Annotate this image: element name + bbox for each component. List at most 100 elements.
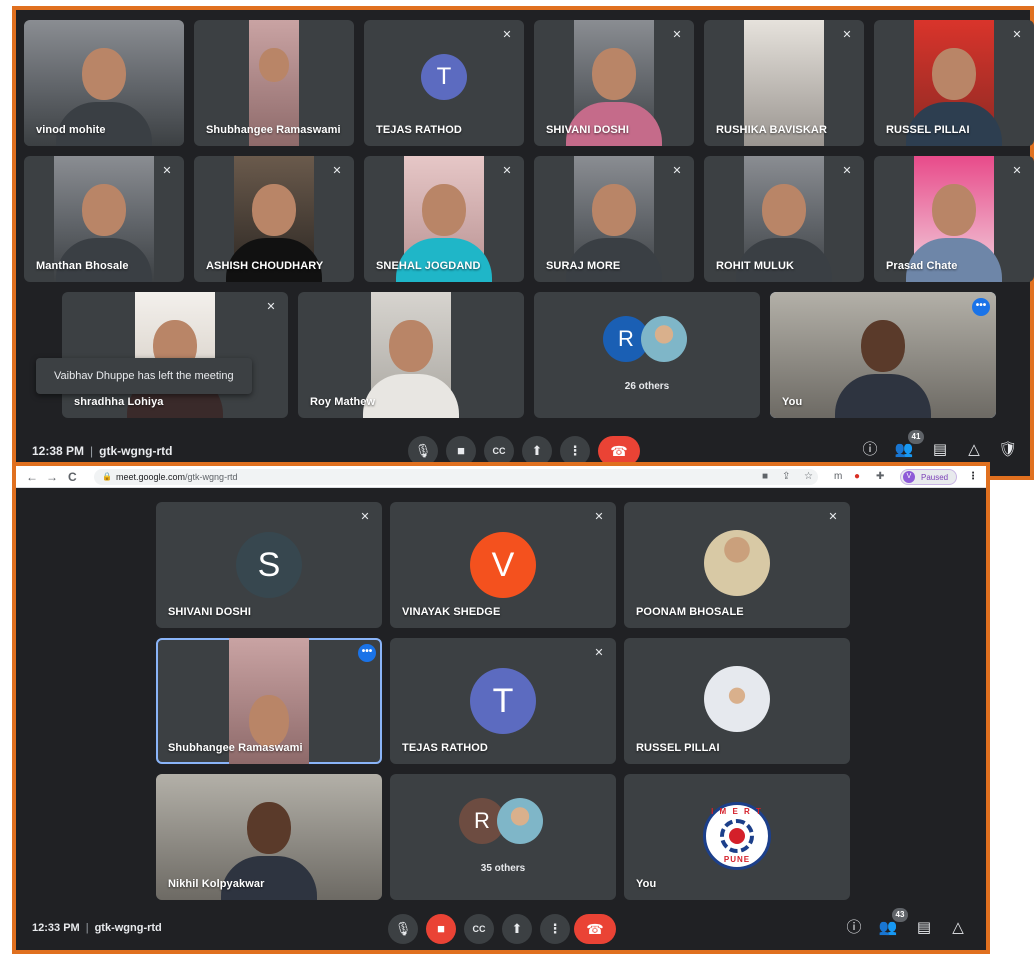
call-controls: 🎙 ■ CC ⬆ ⋮ ☎	[388, 914, 628, 946]
mic-off-icon: ✕	[842, 165, 852, 177]
side-panel-buttons: ⓘ 👥 41 ▤ △ 🛡	[858, 430, 1028, 464]
chat-button[interactable]: ▤	[928, 438, 952, 462]
participant-tile[interactable]: ✕ shradhha Lohiya	[62, 292, 288, 418]
chat-button[interactable]: ▤	[912, 916, 936, 940]
activities-button[interactable]: △	[962, 438, 986, 462]
participant-tile[interactable]: ✕ RUSHIKA BAVISKAR	[704, 20, 864, 146]
extension-m-icon[interactable]: m	[834, 469, 842, 485]
more-options-icon[interactable]: •••	[972, 298, 990, 316]
participant-name: Roy Mathew	[310, 396, 376, 408]
captions-button[interactable]: CC	[464, 914, 494, 944]
meeting-code: gtk-wgng-rtd	[99, 444, 173, 458]
phone-hangup-icon: ☎	[610, 443, 628, 459]
logo-bottom-text: PUNE	[723, 855, 751, 864]
participant-name: SHIVANI DOSHI	[168, 606, 251, 618]
participant-tile[interactable]: Roy Mathew	[298, 292, 524, 418]
profile-status: Paused	[921, 473, 949, 482]
back-arrow-icon[interactable]: ←	[26, 469, 38, 485]
people-button[interactable]: 👥 41	[892, 430, 924, 462]
participant-photo	[497, 798, 543, 844]
participant-tile[interactable]: ✕ T TEJAS RATHOD	[364, 20, 524, 146]
participant-name: POONAM BHOSALE	[636, 606, 744, 618]
others-avatar-group: R	[459, 798, 547, 844]
others-count: 26 others	[624, 381, 670, 392]
logo-top-text: I M E R T	[711, 807, 763, 816]
meet-screenshot-bottom: ← → C 🔒 meet.google.com/gtk-wgng-rtd ■ ⇪…	[12, 462, 990, 954]
browser-menu-icon[interactable]: ⋮	[968, 469, 978, 485]
people-button[interactable]: 👥 43	[876, 908, 908, 940]
activities-button[interactable]: △	[946, 916, 970, 940]
microphone-icon: 🎙	[414, 443, 432, 458]
microphone-icon: 🎙	[394, 921, 412, 936]
reload-icon[interactable]: C	[68, 469, 77, 485]
mic-off-icon: ✕	[360, 511, 370, 523]
meeting-details-button[interactable]: ⓘ	[842, 916, 866, 940]
url-path: /gtk-wgng-rtd	[185, 472, 238, 482]
mic-off-icon: ✕	[332, 165, 342, 177]
captions-icon: CC	[492, 446, 506, 456]
logo-center	[729, 828, 745, 844]
participant-name: You	[782, 396, 803, 408]
more-options-button[interactable]: ⋮	[540, 914, 570, 944]
participant-tile[interactable]: ✕ Manthan Bhosale	[24, 156, 184, 282]
self-tile[interactable]: I M E R T PUNE You	[624, 774, 850, 900]
lock-icon: 🔒	[102, 472, 112, 481]
profile-button[interactable]: V Paused	[900, 469, 958, 485]
participant-tile[interactable]: ✕ SHIVANI DOSHI	[534, 20, 694, 146]
participant-tile[interactable]: ✕ SNEHAL JOGDAND	[364, 156, 524, 282]
participant-tile[interactable]: ✕ POONAM BHOSALE	[624, 502, 850, 628]
participant-name: Nikhil Kolpyakwar	[168, 878, 265, 890]
end-call-button[interactable]: ☎	[574, 914, 616, 944]
mic-off-icon: ✕	[842, 29, 852, 41]
participant-tile[interactable]: ✕ ASHISH CHOUDHARY	[194, 156, 354, 282]
meeting-info: 12:38 PM | gtk-wgng-rtd	[32, 444, 172, 458]
participant-tile[interactable]: RUSSEL PILLAI	[624, 638, 850, 764]
more-options-icon[interactable]: •••	[358, 644, 376, 662]
microphone-button[interactable]: 🎙	[388, 914, 418, 944]
participant-tile[interactable]: ✕ SURAJ MORE	[534, 156, 694, 282]
participant-name: TEJAS RATHOD	[376, 124, 462, 136]
participant-name: shradhha Lohiya	[74, 396, 164, 408]
participant-name: RUSHIKA BAVISKAR	[716, 124, 827, 136]
forward-arrow-icon[interactable]: →	[46, 469, 58, 485]
others-count: 35 others	[480, 863, 526, 874]
self-tile[interactable]: ••• You	[770, 292, 996, 418]
share-icon[interactable]: ⇪	[782, 469, 790, 485]
participant-tile[interactable]: ✕ ROHIT MULUK	[704, 156, 864, 282]
mic-off-icon: ✕	[1012, 29, 1022, 41]
participant-tile[interactable]: ✕ RUSSEL PILLAI	[874, 20, 1034, 146]
activities-icon: △	[952, 919, 964, 936]
star-icon[interactable]: ☆	[804, 469, 813, 485]
participant-name: vinod mohite	[36, 124, 106, 136]
participant-tile[interactable]: Nikhil Kolpyakwar	[156, 774, 382, 900]
participant-tile[interactable]: vinod mohite	[24, 20, 184, 146]
mic-off-icon: ✕	[502, 29, 512, 41]
participant-tile[interactable]: ••• Shubhangee Ramaswami	[156, 638, 382, 764]
info-icon: ⓘ	[846, 919, 862, 936]
meeting-details-button[interactable]: ⓘ	[858, 438, 882, 462]
puzzle-icon[interactable]: ✚	[876, 469, 884, 485]
participant-tile[interactable]: ✕ Prasad Chate	[874, 156, 1034, 282]
notification-toast: Vaibhav Dhuppe has left the meeting	[36, 358, 252, 394]
browser-toolbar: ← → C 🔒 meet.google.com/gtk-wgng-rtd ■ ⇪…	[16, 466, 986, 488]
others-tile[interactable]: R 26 others	[534, 292, 760, 418]
camera-off-button[interactable]: ■	[426, 914, 456, 944]
camera-indicator-icon[interactable]: ■	[762, 469, 768, 485]
side-panel-buttons: ⓘ 👥 43 ▤ △	[842, 908, 982, 942]
participant-tile[interactable]: ✕ S SHIVANI DOSHI	[156, 502, 382, 628]
more-vert-icon: ⋮	[568, 443, 582, 458]
host-controls-button[interactable]: 🛡	[996, 438, 1020, 462]
extension-shield-icon[interactable]: ●	[854, 469, 860, 485]
mic-off-icon: ✕	[594, 511, 604, 523]
participant-tile[interactable]: Shubhangee Ramaswami	[194, 20, 354, 146]
mic-off-icon: ✕	[266, 301, 276, 313]
participant-name: TEJAS RATHOD	[402, 742, 488, 754]
present-button[interactable]: ⬆	[502, 914, 532, 944]
participant-tile[interactable]: ✕ V VINAYAK SHEDGE	[390, 502, 616, 628]
shield-lock-icon: 🛡	[998, 441, 1018, 458]
people-count-badge: 43	[892, 908, 908, 922]
others-tile[interactable]: R 35 others	[390, 774, 616, 900]
participant-name: ROHIT MULUK	[716, 260, 795, 272]
participant-tile[interactable]: ✕ T TEJAS RATHOD	[390, 638, 616, 764]
address-bar[interactable]: 🔒 meet.google.com/gtk-wgng-rtd	[94, 469, 818, 485]
